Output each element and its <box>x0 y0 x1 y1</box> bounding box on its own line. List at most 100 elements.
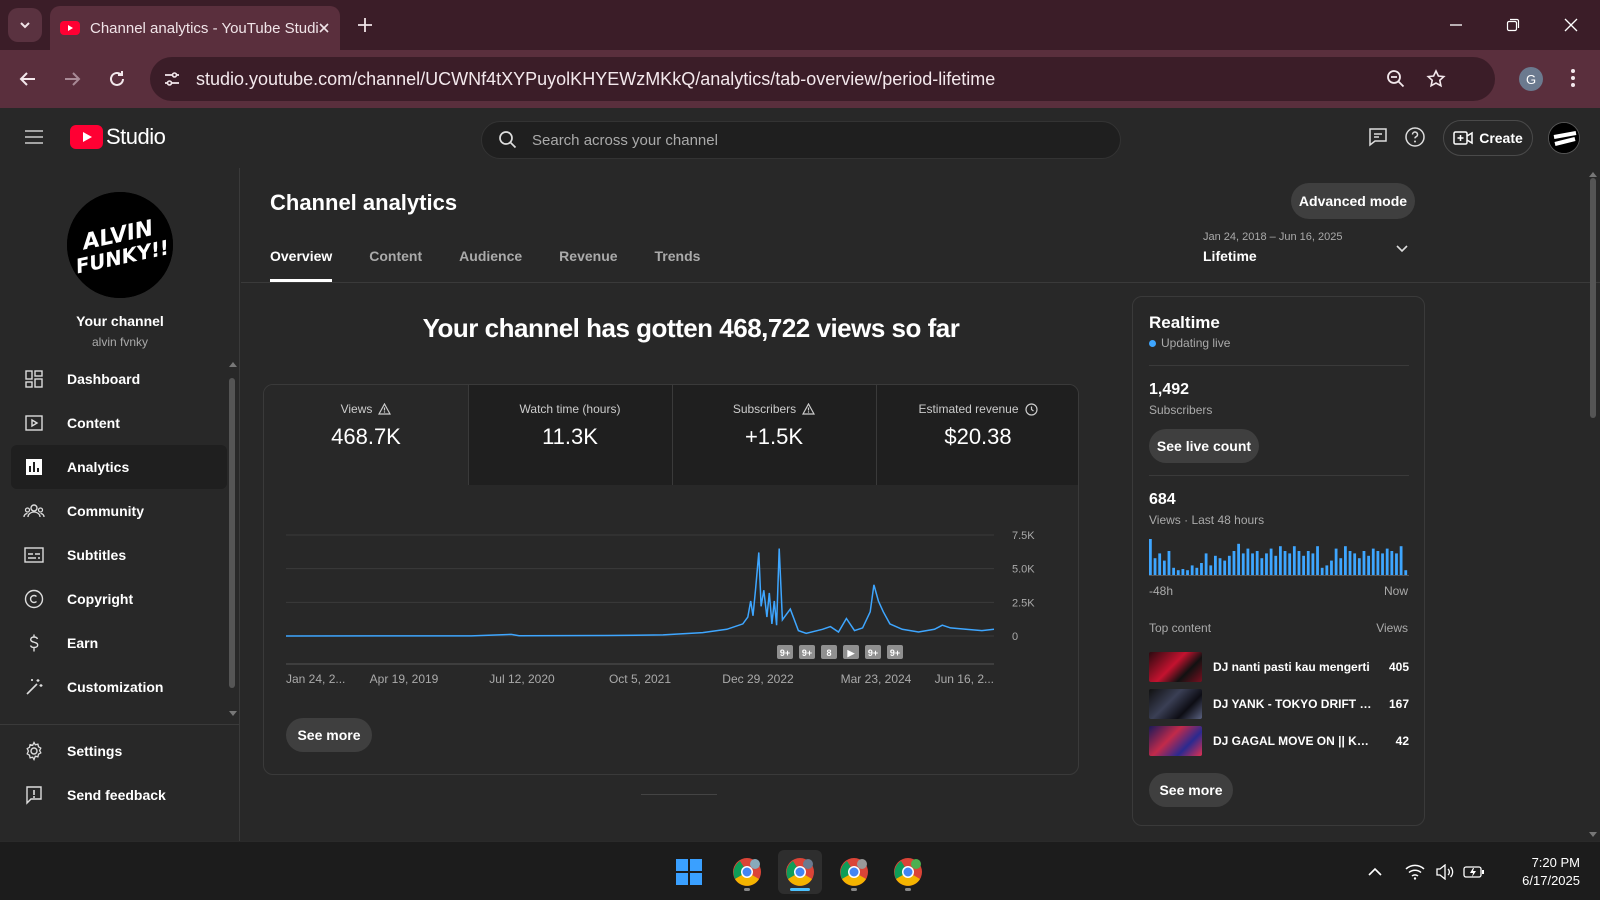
clock-date: 6/17/2025 <box>1522 873 1580 888</box>
top-content-row[interactable]: DJ YANK - TOKYO DRIFT DJ 167 <box>1149 689 1409 719</box>
metric-views[interactable]: Views 468.7K <box>264 385 468 485</box>
network-button[interactable] <box>1403 860 1427 884</box>
metric-estimated-revenue[interactable]: Estimated revenue $20.38 <box>876 385 1078 485</box>
views-chart[interactable]: 7.5K 5.0K 2.5K 0 9+ 9+ 8 ▶ 9+ 9+ Jan 24, 2... Apr 1… <box>264 485 1079 715</box>
sidebar-item-label: Customization <box>67 679 164 695</box>
sidebar-item-copyright[interactable]: Copyright <box>11 577 227 621</box>
tab-content[interactable]: Content <box>369 246 422 282</box>
menu-button[interactable] <box>24 128 44 146</box>
realtime-bar-chart[interactable] <box>1149 539 1409 579</box>
realtime-bar <box>1167 551 1171 575</box>
url-text[interactable]: studio.youtube.com/channel/UCWNf4tXYPuyo… <box>196 69 995 90</box>
start-button[interactable] <box>667 850 711 894</box>
analytics-tabs: Overview Content Audience Revenue Trends <box>270 246 737 282</box>
sidebar-item-label: Content <box>67 415 120 431</box>
channel-avatar[interactable]: ALVIN FUNKY!! <box>67 192 173 298</box>
reload-button[interactable] <box>103 65 131 93</box>
minimize-button[interactable] <box>1443 12 1469 38</box>
new-tab-button[interactable] <box>352 12 378 38</box>
site-settings-icon[interactable] <box>162 69 182 89</box>
realtime-bar <box>1348 551 1352 575</box>
see-live-count-button[interactable]: See live count <box>1149 429 1259 463</box>
sidebar-item-subtitles[interactable]: Subtitles <box>11 533 227 577</box>
tab-overview[interactable]: Overview <box>270 246 333 282</box>
help-button[interactable] <box>1404 126 1426 148</box>
advanced-mode-button[interactable]: Advanced mode <box>1291 183 1415 219</box>
tab-revenue[interactable]: Revenue <box>559 246 617 282</box>
metric-watch-time[interactable]: Watch time (hours) 11.3K <box>468 385 672 485</box>
realtime-bar <box>1385 548 1389 575</box>
sidebar-item-dashboard[interactable]: Dashboard <box>11 357 227 401</box>
realtime-bar <box>1241 553 1245 575</box>
studio-logo[interactable]: Studio <box>70 124 166 150</box>
create-button[interactable]: Create <box>1443 120 1533 156</box>
system-clock[interactable]: 7:20 PM 6/17/2025 <box>1500 854 1580 890</box>
browser-tab[interactable]: Channel analytics - YouTube Studio <box>50 6 340 50</box>
realtime-see-more-button[interactable]: See more <box>1149 773 1233 807</box>
sidebar-item-analytics[interactable]: Analytics <box>11 445 227 489</box>
realtime-bar <box>1292 546 1296 575</box>
search-input[interactable]: Search across your channel <box>532 132 718 149</box>
profile-initial: G <box>1525 71 1537 87</box>
event-marker-label: 9+ <box>890 648 900 658</box>
top-content-row[interactable]: DJ nanti pasti kau mengerti 405 <box>1149 652 1409 682</box>
realtime-bar <box>1162 560 1166 575</box>
sidebar-item-settings[interactable]: Settings <box>11 729 227 773</box>
top-content-row[interactable]: DJ GAGAL MOVE ON || KANGEN 42 <box>1149 726 1409 756</box>
messages-button[interactable] <box>1367 126 1389 148</box>
taskbar-chrome-profile-1[interactable] <box>725 850 769 894</box>
chevron-up-icon <box>1368 867 1382 876</box>
taskbar-chrome-profile-4[interactable] <box>886 850 930 894</box>
sidebar-item-earn[interactable]: Earn <box>11 621 227 665</box>
tabs-divider <box>241 282 1600 283</box>
realtime-card: Realtime Updating live 1,492 Subscribers… <box>1132 296 1425 826</box>
realtime-bar <box>1339 558 1343 575</box>
realtime-bar <box>1186 570 1189 575</box>
running-indicator <box>744 888 750 891</box>
search-bar[interactable]: Search across your channel <box>481 121 1121 159</box>
sidebar-item-customization[interactable]: Customization <box>11 665 227 709</box>
tab-trends[interactable]: Trends <box>655 246 701 282</box>
bookmark-star-icon[interactable] <box>1426 69 1446 89</box>
scroll-up-icon[interactable] <box>228 360 238 368</box>
date-range-picker[interactable]: Jan 24, 2018 – Jun 16, 2025 Lifetime <box>1203 231 1342 264</box>
sidebar-item-label: Send feedback <box>67 787 166 803</box>
channel-handle: alvin fvnky <box>91 335 149 349</box>
close-window-button[interactable] <box>1558 12 1584 38</box>
axis-end-label: Now <box>1383 584 1408 598</box>
sidebar-item-community[interactable]: Community <box>11 489 227 533</box>
scroll-down-icon[interactable] <box>228 710 238 718</box>
account-avatar[interactable] <box>1548 122 1580 154</box>
back-button[interactable] <box>14 65 42 93</box>
volume-button[interactable] <box>1433 860 1457 884</box>
metric-subscribers[interactable]: Subscribers +1.5K <box>672 385 876 485</box>
sidebar-scrollbar[interactable] <box>229 378 235 688</box>
main-scrollbar[interactable] <box>1590 178 1596 418</box>
tab-audience[interactable]: Audience <box>459 246 522 282</box>
browser-menu-button[interactable] <box>1570 67 1576 89</box>
see-more-button[interactable]: See more <box>286 718 372 752</box>
close-tab-icon[interactable] <box>318 22 330 34</box>
forward-button[interactable] <box>58 65 86 93</box>
views-headline: Your channel has gotten 468,722 views so… <box>422 313 960 343</box>
status-text: Updating live <box>1161 336 1231 350</box>
video-views: 167 <box>1388 697 1409 711</box>
taskbar-chrome-profile-3[interactable] <box>832 850 876 894</box>
restore-button[interactable] <box>1500 12 1526 38</box>
battery-button[interactable] <box>1462 860 1486 884</box>
realtime-bar <box>1306 551 1310 575</box>
chrome-icon <box>894 858 922 886</box>
sidebar-item-content[interactable]: Content <box>11 401 227 445</box>
profile-avatar[interactable]: G <box>1519 67 1543 91</box>
scroll-down-icon[interactable] <box>1588 831 1598 839</box>
tab-search-button[interactable] <box>8 8 42 42</box>
zoom-icon[interactable] <box>1386 69 1406 89</box>
chevron-down-icon[interactable] <box>1394 240 1410 256</box>
address-bar[interactable]: studio.youtube.com/channel/UCWNf4tXYPuyo… <box>150 57 1495 101</box>
channel-label: Your channel <box>76 313 164 329</box>
taskbar-chrome-profile-2[interactable] <box>778 850 822 894</box>
show-hidden-icons-button[interactable] <box>1363 860 1387 884</box>
minimize-icon <box>1450 24 1462 26</box>
scroll-up-icon[interactable] <box>1588 170 1598 178</box>
sidebar-item-send-feedback[interactable]: Send feedback <box>11 773 227 817</box>
